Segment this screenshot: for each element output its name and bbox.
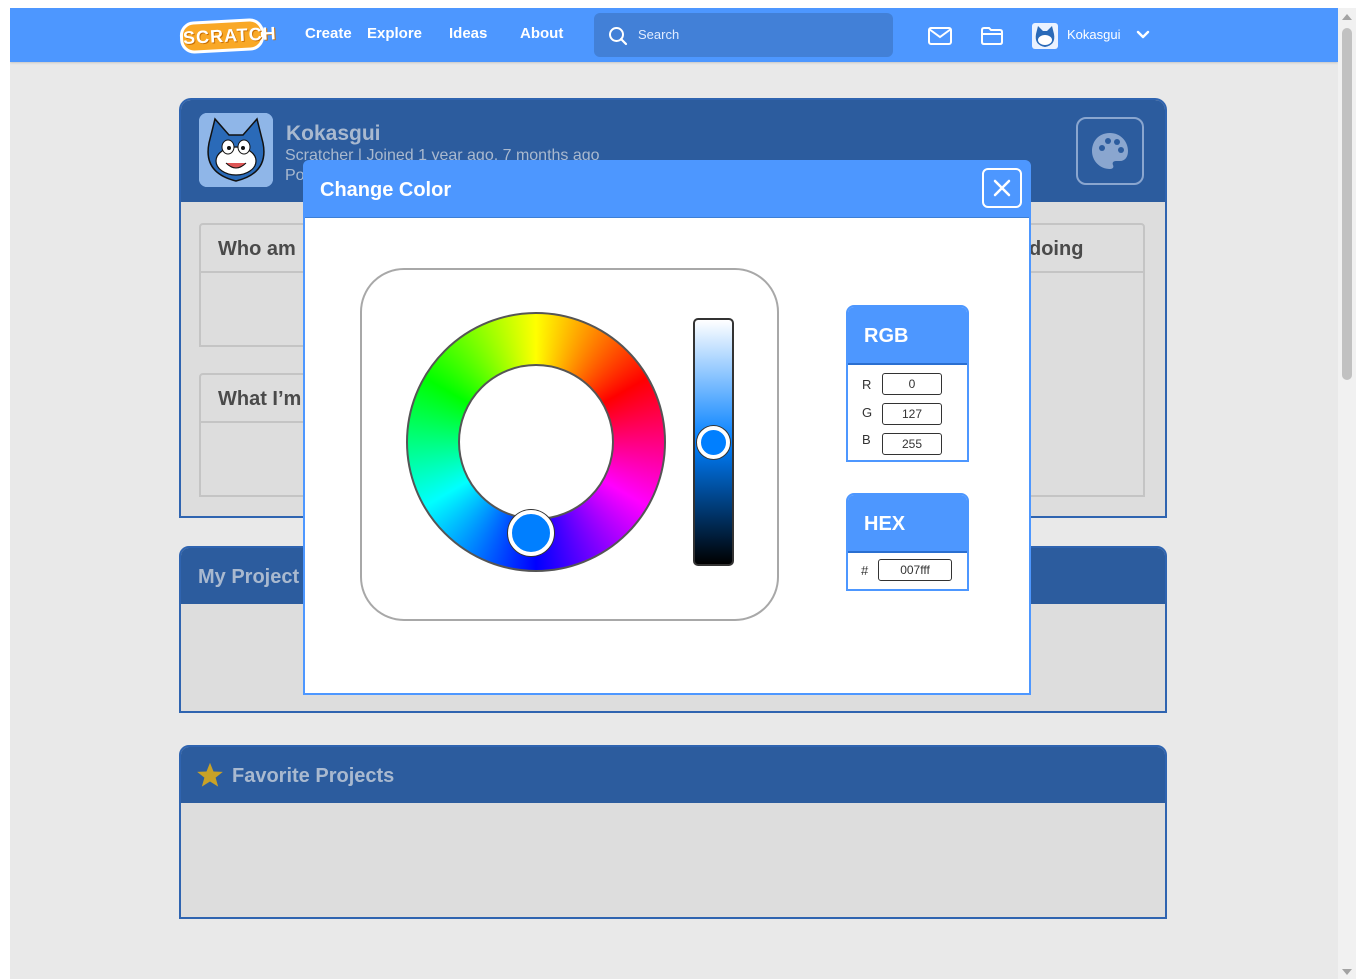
r-label: R [862,377,872,392]
profile-location-text: Po [285,167,305,184]
close-icon [993,179,1011,197]
search-placeholder: Search [638,27,680,42]
search-input[interactable]: Search [594,13,893,57]
rgb-title: RGB [864,325,909,347]
my-projects-title: My Project [198,566,300,588]
right-info-title: doing [1029,238,1084,260]
modal-title: Change Color [320,179,452,201]
hue-wheel[interactable] [406,312,666,572]
hue-wheel-handle[interactable] [508,510,554,556]
brightness-slider-handle[interactable] [697,425,730,459]
color-picker-frame [360,268,779,621]
r-input[interactable] [882,373,942,395]
hex-hash-label: # [861,563,869,578]
nav-explore-link[interactable]: Explore [367,25,422,42]
hue-wheel-center [458,364,614,520]
user-name[interactable]: Kokasgui [1067,27,1120,42]
g-label: G [862,405,873,420]
scrollbar-thumb[interactable] [1342,28,1352,380]
favorite-projects-title: Favorite Projects [232,765,395,787]
scratch-logo[interactable]: SCRATCH [179,17,277,55]
chevron-down-icon[interactable] [1136,30,1150,40]
user-avatar[interactable] [1032,23,1058,49]
hex-title: HEX [864,513,906,535]
hex-input[interactable] [878,559,952,581]
my-stuff-folder-icon[interactable] [980,24,1004,48]
g-input[interactable] [882,403,942,425]
modal-header: Change Color [305,162,1029,218]
working-on-title: What I’m [218,388,302,410]
nav-ideas-link[interactable]: Ideas [449,25,487,42]
hex-panel: HEX # [846,493,969,591]
vertical-scrollbar[interactable] [1338,8,1356,979]
star-icon [197,762,223,787]
rgb-panel: RGB R G B [846,305,969,462]
top-nav-bar: SCRATCH Create Explore Ideas About Searc… [10,8,1338,62]
scroll-up-icon[interactable] [1342,14,1352,20]
scratch-cat-avatar-icon [199,113,273,187]
close-button[interactable] [982,168,1022,208]
profile-username: Kokasgui [286,122,381,145]
about-me-title: Who am [218,238,296,260]
user-avatar-icon [1035,26,1055,47]
change-color-button[interactable] [1076,117,1144,185]
b-input[interactable] [882,433,942,455]
nav-create-link[interactable]: Create [305,25,352,42]
browser-viewport: Kokasgui Scratcher | Joined 1 year ago, … [10,8,1338,979]
b-label: B [862,432,871,447]
nav-about-link[interactable]: About [520,25,563,42]
favorite-projects-card: Favorite Projects [179,745,1167,919]
search-icon [609,27,628,46]
scroll-down-icon[interactable] [1342,969,1352,975]
messages-icon[interactable] [927,24,953,48]
change-color-modal: Change Color RGB R G B [303,160,1031,695]
profile-avatar[interactable] [199,113,273,187]
brightness-slider[interactable] [693,318,734,566]
palette-icon [1092,133,1128,169]
